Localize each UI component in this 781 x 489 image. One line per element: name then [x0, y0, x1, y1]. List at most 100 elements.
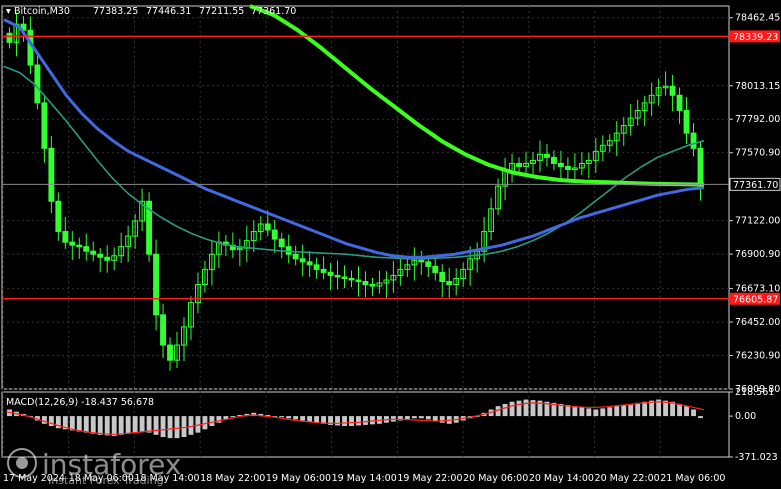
- macd-bar: [314, 416, 320, 423]
- macd-bar: [188, 416, 194, 435]
- macd-bar: [677, 403, 683, 417]
- candle-body: [299, 258, 306, 263]
- candle-body: [432, 265, 439, 273]
- candle-body: [104, 256, 111, 261]
- macd-bar: [90, 416, 96, 434]
- macd-bar: [607, 407, 613, 417]
- macd-bar: [286, 416, 292, 419]
- price-tick-label: 76673.10: [735, 284, 780, 295]
- candle-body: [355, 279, 362, 282]
- macd-bar: [104, 416, 110, 436]
- candle-body: [676, 94, 683, 111]
- macd-bar: [586, 408, 592, 417]
- macd-bar: [621, 405, 627, 417]
- macd-bar: [139, 416, 145, 432]
- candle-body: [516, 162, 522, 167]
- symbol-icon: ▾: [6, 6, 11, 17]
- macd-bar: [614, 406, 620, 417]
- macd-bar: [202, 416, 208, 430]
- candle-body: [327, 271, 334, 276]
- macd-bar: [76, 416, 82, 432]
- candle-body: [425, 261, 432, 267]
- macd-bar: [307, 416, 313, 422]
- candle-body: [683, 109, 690, 134]
- price-tick-label: 76900.90: [735, 249, 780, 260]
- macd-bar: [642, 401, 648, 417]
- macd-bar: [146, 416, 152, 433]
- candle-body: [418, 259, 425, 263]
- price-chart[interactable]: 78339.23 76605.87 77361.70 78462.45 78013.1…: [0, 0, 781, 489]
- candle-body: [369, 284, 376, 287]
- candle-body: [62, 231, 69, 243]
- candle-body: [550, 156, 557, 164]
- candle-body: [160, 314, 166, 346]
- macd-bar: [41, 416, 47, 424]
- main-plot-frame: [1, 5, 730, 390]
- time-tick-label: 19 May 14:00: [332, 473, 397, 484]
- macd-bar: [572, 406, 578, 417]
- macd-bar: [97, 416, 103, 435]
- candle-body: [697, 147, 704, 185]
- candle-body: [334, 274, 341, 278]
- price-tick-label: 77122.00: [735, 216, 780, 227]
- macd-bar: [83, 416, 89, 433]
- candle-body: [90, 250, 97, 255]
- level-lines: 78339.23 76605.87 77361.70: [2, 30, 781, 305]
- macd-axis: 218.561 0.00 -371.023: [729, 387, 778, 463]
- macd-bar: [230, 416, 236, 418]
- ohlc-low: 77211.55: [199, 6, 244, 17]
- candle-body: [264, 223, 271, 231]
- ma-fast-line: [3, 65, 705, 260]
- candle-body: [306, 261, 313, 266]
- time-tick-label: 18 May 22:00: [200, 473, 265, 484]
- candle-body: [278, 238, 285, 248]
- macd-bar: [593, 409, 599, 417]
- candle-body: [76, 244, 83, 248]
- macd-title: MACD(12,26,9) -18.437 56.678: [6, 397, 154, 408]
- level-price-label: 78339.23: [733, 32, 778, 43]
- macd-bar: [432, 416, 438, 421]
- macd-tick-label: 218.561: [735, 387, 774, 398]
- candle-body: [669, 85, 676, 96]
- candle-body: [313, 264, 320, 270]
- macd-bar: [649, 400, 655, 417]
- candle-body: [285, 246, 292, 255]
- current-price-label: 77361.70: [733, 180, 778, 191]
- time-tick-label: 20 May 06:00: [463, 473, 528, 484]
- time-tick-label: 21 May 06:00: [660, 473, 725, 484]
- candle-body: [48, 147, 55, 202]
- macd-bar: [523, 399, 529, 417]
- candle-body: [153, 253, 160, 316]
- candle-body: [34, 64, 41, 104]
- macd-bar: [160, 416, 166, 438]
- candle-body: [69, 241, 76, 246]
- macd-bar: [579, 407, 585, 417]
- price-axis: 78462.45 78013.15 77792.00 77570.90 77122.00…: [729, 13, 780, 395]
- candle-body: [271, 229, 278, 240]
- price-tick-label: 76230.90: [735, 351, 780, 362]
- candle-body: [557, 162, 564, 167]
- macd-bar: [174, 416, 180, 439]
- price-tick-label: 78462.45: [735, 13, 780, 24]
- candle-body: [167, 344, 173, 361]
- ma-slow-line: [249, 4, 705, 187]
- brand-tagline: Instant Forex Trading: [48, 474, 164, 487]
- macd-bar: [125, 416, 131, 434]
- macd-bar: [349, 416, 354, 427]
- price-tick-label: 77570.90: [735, 148, 780, 159]
- candle-body: [348, 277, 355, 281]
- candle-body: [320, 268, 327, 273]
- macd-bar: [411, 416, 417, 419]
- macd-bar: [425, 416, 431, 420]
- candle-body: [544, 153, 550, 158]
- symbol-label: Bitcoin,M30: [14, 6, 70, 17]
- macd-bar: [335, 416, 340, 426]
- macd-bar: [363, 416, 368, 425]
- candle-body: [6, 32, 13, 43]
- candle-body: [97, 253, 104, 258]
- candle-body: [41, 102, 48, 149]
- macd-bar: [516, 400, 522, 417]
- macd-bar: [502, 403, 508, 417]
- time-tick-label: 20 May 22:00: [595, 473, 660, 484]
- macd-bar: [111, 416, 117, 436]
